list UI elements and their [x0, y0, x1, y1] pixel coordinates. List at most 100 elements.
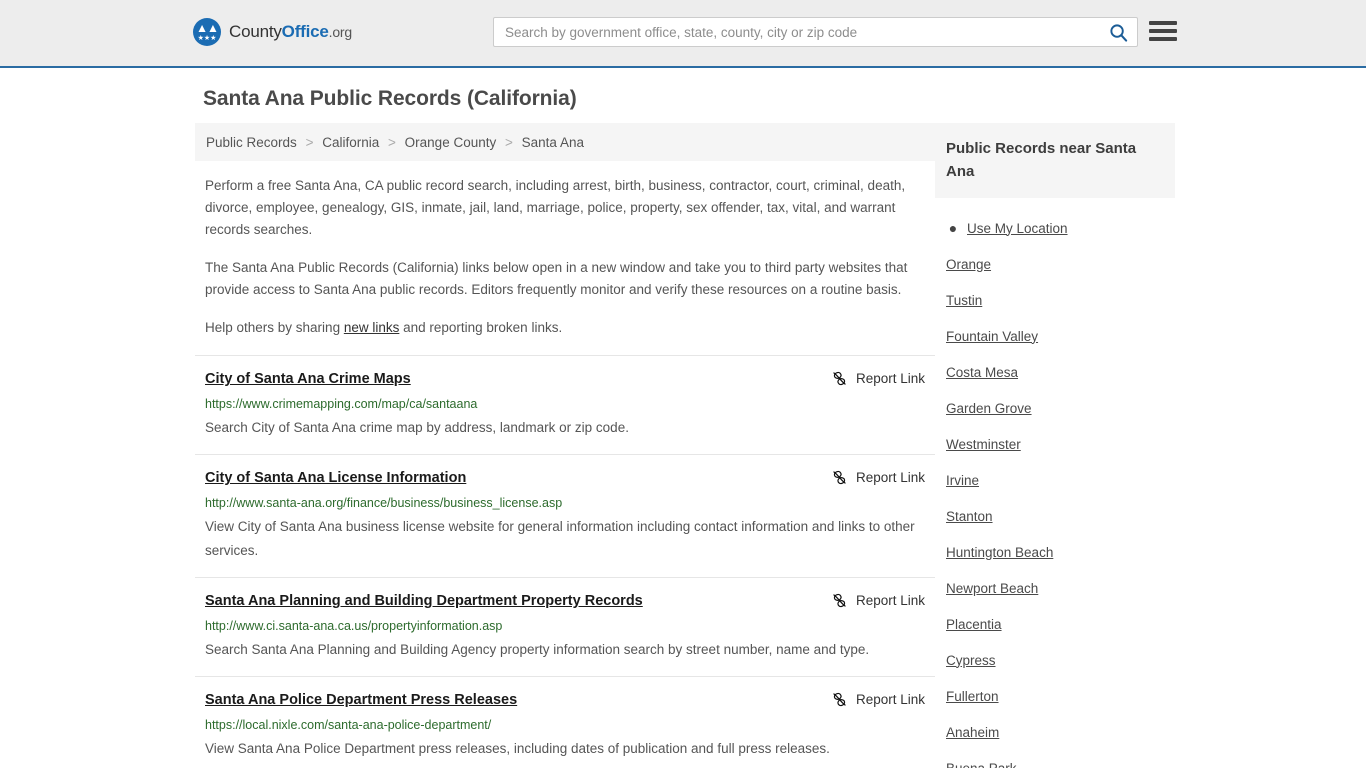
list-item[interactable]: Buena Park — [935, 750, 1175, 768]
list-item-use-my-location[interactable]: ● Use My Location — [935, 210, 1175, 246]
brand-office: Office — [281, 22, 329, 41]
list-item[interactable]: Irvine — [935, 462, 1175, 498]
nearby-link-costa-mesa[interactable]: Costa Mesa — [946, 365, 1018, 380]
breadcrumb-separator: > — [388, 135, 396, 150]
report-link-label: Report Link — [855, 470, 925, 485]
breadcrumb-separator: > — [505, 135, 513, 150]
intro-p3-before: Help others by sharing — [205, 320, 344, 335]
result-header: Santa Ana Planning and Building Departme… — [205, 591, 925, 611]
list-item[interactable]: Tustin — [935, 282, 1175, 318]
result-url: http://www.santa-ana.org/finance/busines… — [205, 496, 563, 510]
new-links-link[interactable]: new links — [344, 320, 400, 335]
eagle-stars-logo-icon: ▲▲ ★★★ — [193, 18, 221, 46]
result-item: Santa Ana Police Department Press Releas… — [195, 676, 935, 768]
use-my-location-link[interactable]: Use My Location — [967, 221, 1068, 236]
result-header: Santa Ana Police Department Press Releas… — [205, 690, 925, 710]
list-item[interactable]: Anaheim — [935, 714, 1175, 750]
list-item[interactable]: Newport Beach — [935, 570, 1175, 606]
result-title-link[interactable]: City of Santa Ana Crime Maps — [205, 369, 411, 389]
list-item[interactable]: Fountain Valley — [935, 318, 1175, 354]
list-item[interactable]: Placentia — [935, 606, 1175, 642]
list-item[interactable]: Westminster — [935, 426, 1175, 462]
nearby-link-huntington-beach[interactable]: Huntington Beach — [946, 545, 1053, 560]
hamburger-bar — [1149, 29, 1177, 33]
nearby-list: ● Use My Location Orange Tustin Fountain… — [935, 198, 1175, 768]
report-link-button[interactable]: Report Link — [831, 591, 925, 609]
result-item: City of Santa Ana License Information Re… — [195, 454, 935, 577]
report-link-label: Report Link — [855, 371, 925, 386]
nearby-link-buena-park[interactable]: Buena Park — [946, 761, 1017, 768]
broken-link-icon — [833, 593, 846, 608]
search-button[interactable] — [1099, 18, 1137, 46]
search-bar[interactable] — [493, 17, 1138, 47]
nearby-link-stanton[interactable]: Stanton — [946, 509, 993, 524]
broken-link-icon — [833, 470, 846, 485]
sidebar-heading: Public Records near Santa Ana — [935, 123, 1175, 198]
site-logo-link[interactable]: ▲▲ ★★★ CountyOffice.org — [193, 18, 352, 46]
search-input[interactable] — [494, 18, 1099, 46]
hamburger-bar — [1149, 21, 1177, 25]
list-item[interactable]: Cypress — [935, 642, 1175, 678]
broken-link-icon — [833, 371, 846, 386]
nearby-link-garden-grove[interactable]: Garden Grove — [946, 401, 1032, 416]
breadcrumb-item-california[interactable]: California — [322, 135, 379, 150]
main-content: Public Records > California > Orange Cou… — [195, 123, 935, 768]
list-item[interactable]: Garden Grove — [935, 390, 1175, 426]
breadcrumb-separator: > — [305, 135, 314, 150]
result-description: Search Santa Ana Planning and Building A… — [205, 642, 870, 657]
report-link-button[interactable]: Report Link — [831, 369, 925, 387]
nearby-records-sidebar: Public Records near Santa Ana ● Use My L… — [935, 123, 1175, 768]
brand-county: County — [229, 22, 282, 41]
site-header: ▲▲ ★★★ CountyOffice.org — [0, 0, 1366, 68]
nearby-link-placentia[interactable]: Placentia — [946, 617, 1002, 632]
result-url: https://www.crimemapping.com/map/ca/sant… — [205, 397, 478, 411]
nearby-link-tustin[interactable]: Tustin — [946, 293, 982, 308]
result-header: City of Santa Ana License Information Re… — [205, 468, 925, 488]
result-url: https://local.nixle.com/santa-ana-police… — [205, 718, 492, 732]
brand-tld: .org — [328, 24, 353, 40]
hamburger-menu-icon[interactable] — [1149, 19, 1177, 43]
nearby-link-fountain-valley[interactable]: Fountain Valley — [946, 329, 1038, 344]
list-item[interactable]: Huntington Beach — [935, 534, 1175, 570]
intro-paragraph-3: Help others by sharing new links and rep… — [195, 317, 935, 339]
nearby-link-anaheim[interactable]: Anaheim — [946, 725, 999, 740]
result-title-link[interactable]: City of Santa Ana License Information — [205, 468, 466, 488]
result-title-link[interactable]: Santa Ana Planning and Building Departme… — [205, 591, 643, 611]
result-url: http://www.ci.santa-ana.ca.us/propertyin… — [205, 619, 503, 633]
hamburger-bar — [1149, 37, 1177, 41]
report-link-button[interactable]: Report Link — [831, 690, 925, 708]
result-description: View City of Santa Ana business license … — [205, 519, 915, 558]
report-link-label: Report Link — [855, 593, 925, 608]
nearby-link-orange[interactable]: Orange — [946, 257, 991, 272]
nearby-link-fullerton[interactable]: Fullerton — [946, 689, 999, 704]
report-link-button[interactable]: Report Link — [831, 468, 925, 486]
list-item[interactable]: Fullerton — [935, 678, 1175, 714]
breadcrumb-item-santa-ana: Santa Ana — [521, 135, 584, 150]
breadcrumb: Public Records > California > Orange Cou… — [195, 123, 935, 161]
result-description: Search City of Santa Ana crime map by ad… — [205, 420, 629, 435]
page-title: Santa Ana Public Records (California) — [203, 87, 577, 110]
list-item[interactable]: Costa Mesa — [935, 354, 1175, 390]
nearby-link-westminster[interactable]: Westminster — [946, 437, 1021, 452]
map-pin-icon: ● — [948, 220, 958, 236]
report-link-label: Report Link — [855, 692, 925, 707]
results-list: City of Santa Ana Crime Maps Report Link… — [195, 355, 935, 768]
search-icon — [1109, 23, 1127, 42]
nearby-link-cypress[interactable]: Cypress — [946, 653, 996, 668]
intro-paragraph-2: The Santa Ana Public Records (California… — [205, 260, 908, 297]
breadcrumb-item-public-records[interactable]: Public Records — [206, 135, 297, 150]
intro-paragraph-1: Perform a free Santa Ana, CA public reco… — [205, 178, 906, 237]
result-title-link[interactable]: Santa Ana Police Department Press Releas… — [205, 690, 517, 710]
broken-link-icon — [833, 692, 846, 707]
result-header: City of Santa Ana Crime Maps Report Link — [205, 369, 925, 389]
list-item[interactable]: Stanton — [935, 498, 1175, 534]
intro-p3-after: and reporting broken links. — [399, 320, 563, 335]
brand-wordmark: CountyOffice.org — [229, 22, 352, 42]
result-description: View Santa Ana Police Department press r… — [205, 741, 830, 756]
breadcrumb-item-orange-county[interactable]: Orange County — [405, 135, 497, 150]
result-item: Santa Ana Planning and Building Departme… — [195, 577, 935, 676]
intro-text: Perform a free Santa Ana, CA public reco… — [195, 175, 935, 339]
nearby-link-irvine[interactable]: Irvine — [946, 473, 979, 488]
list-item[interactable]: Orange — [935, 246, 1175, 282]
nearby-link-newport-beach[interactable]: Newport Beach — [946, 581, 1038, 596]
